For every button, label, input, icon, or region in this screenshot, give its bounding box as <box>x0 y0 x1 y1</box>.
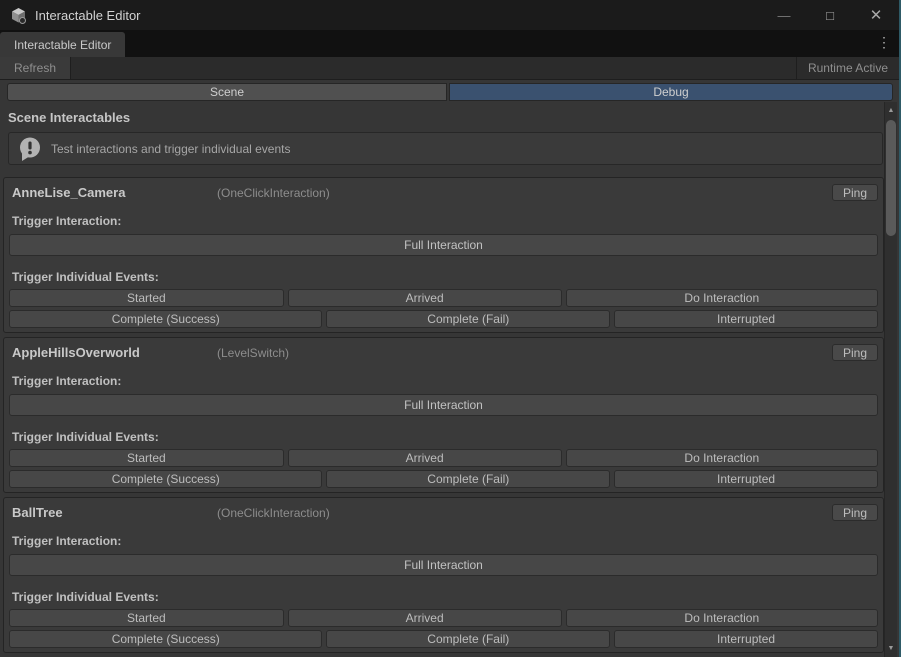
interactable-section-balltree: BallTree (OneClickInteraction) Ping Trig… <box>3 497 884 653</box>
interaction-type-label: (OneClickInteraction) <box>217 186 330 200</box>
complete-fail-button[interactable]: Complete (Fail) <box>326 470 610 488</box>
title-bar: Interactable Editor — □ ✕ <box>0 0 899 30</box>
trigger-events-label: Trigger Individual Events: <box>12 590 878 604</box>
interaction-type-label: (LevelSwitch) <box>217 346 289 360</box>
event-buttons-row-1: Started Arrived Do Interaction <box>9 289 878 307</box>
minimize-icon[interactable]: — <box>761 0 807 30</box>
vertical-scrollbar[interactable]: ▲ ▼ <box>884 102 897 657</box>
tab-interactable-editor[interactable]: Interactable Editor <box>0 32 125 57</box>
scene-interactables-panel: Scene Interactables Test interactions an… <box>0 100 886 657</box>
help-text: Test interactions and trigger individual… <box>51 142 290 156</box>
do-interaction-button[interactable]: Do Interaction <box>566 449 878 467</box>
scrollbar-thumb[interactable] <box>886 120 896 236</box>
event-buttons-row-1: Started Arrived Do Interaction <box>9 609 878 627</box>
trigger-interaction-label: Trigger Interaction: <box>12 214 878 228</box>
complete-success-button[interactable]: Complete (Success) <box>9 310 322 328</box>
event-buttons-row-2: Complete (Success) Complete (Fail) Inter… <box>9 470 878 488</box>
scene-tab-button[interactable]: Scene <box>7 83 447 101</box>
complete-fail-button[interactable]: Complete (Fail) <box>326 630 610 648</box>
scroll-down-icon[interactable]: ▼ <box>885 642 897 655</box>
close-icon[interactable]: ✕ <box>853 0 899 30</box>
started-button[interactable]: Started <box>9 609 284 627</box>
event-buttons-row-2: Complete (Success) Complete (Fail) Inter… <box>9 310 878 328</box>
interrupted-button[interactable]: Interrupted <box>614 470 878 488</box>
scroll-up-icon[interactable]: ▲ <box>885 104 897 117</box>
started-button[interactable]: Started <box>9 289 284 307</box>
started-button[interactable]: Started <box>9 449 284 467</box>
event-buttons-row-1: Started Arrived Do Interaction <box>9 449 878 467</box>
ping-button[interactable]: Ping <box>832 504 878 521</box>
interactable-editor-window: Interactable Editor — □ ✕ Interactable E… <box>0 0 901 657</box>
window-controls: — □ ✕ <box>761 0 899 30</box>
complete-fail-button[interactable]: Complete (Fail) <box>326 310 610 328</box>
maximize-icon[interactable]: □ <box>807 0 853 30</box>
full-interaction-button[interactable]: Full Interaction <box>9 234 878 256</box>
interactable-name: BallTree <box>9 505 217 520</box>
arrived-button[interactable]: Arrived <box>288 449 562 467</box>
runtime-active-label: Runtime Active <box>796 57 899 79</box>
trigger-events-label: Trigger Individual Events: <box>12 430 878 444</box>
toolbar-spacer <box>71 57 796 79</box>
interactable-section-applehills-overworld: AppleHillsOverworld (LevelSwitch) Ping T… <box>3 337 884 493</box>
arrived-button[interactable]: Arrived <box>288 609 562 627</box>
interrupted-button[interactable]: Interrupted <box>614 310 878 328</box>
do-interaction-button[interactable]: Do Interaction <box>566 289 878 307</box>
interactable-name: AnneLise_Camera <box>9 185 217 200</box>
toolbar: Refresh Runtime Active <box>0 57 899 80</box>
ping-button[interactable]: Ping <box>832 344 878 361</box>
info-bubble-icon <box>17 136 43 162</box>
interaction-type-label: (OneClickInteraction) <box>217 506 330 520</box>
interrupted-button[interactable]: Interrupted <box>614 630 878 648</box>
do-interaction-button[interactable]: Do Interaction <box>566 609 878 627</box>
arrived-button[interactable]: Arrived <box>288 289 562 307</box>
section-header: AppleHillsOverworld (LevelSwitch) Ping <box>9 344 878 361</box>
ping-button[interactable]: Ping <box>832 184 878 201</box>
event-buttons-row-2: Complete (Success) Complete (Fail) Inter… <box>9 630 878 648</box>
refresh-button[interactable]: Refresh <box>0 57 71 79</box>
full-interaction-button[interactable]: Full Interaction <box>9 554 878 576</box>
panel-heading: Scene Interactables <box>8 110 886 125</box>
trigger-interaction-label: Trigger Interaction: <box>12 374 878 388</box>
full-interaction-button[interactable]: Full Interaction <box>9 394 878 416</box>
view-mode-tabs: Scene Debug <box>7 83 893 101</box>
section-header: BallTree (OneClickInteraction) Ping <box>9 504 878 521</box>
debug-tab-button[interactable]: Debug <box>449 83 893 101</box>
info-help-box: Test interactions and trigger individual… <box>8 132 883 165</box>
complete-success-button[interactable]: Complete (Success) <box>9 470 322 488</box>
interactable-name: AppleHillsOverworld <box>9 345 217 360</box>
editor-tab-bar: Interactable Editor ⋮ <box>0 30 899 57</box>
section-header: AnneLise_Camera (OneClickInteraction) Pi… <box>9 184 878 201</box>
trigger-events-label: Trigger Individual Events: <box>12 270 878 284</box>
window-title: Interactable Editor <box>35 8 141 23</box>
interactable-section-annelise-camera: AnneLise_Camera (OneClickInteraction) Pi… <box>3 177 884 333</box>
trigger-interaction-label: Trigger Interaction: <box>12 534 878 548</box>
kebab-menu-icon[interactable]: ⋮ <box>877 34 891 51</box>
complete-success-button[interactable]: Complete (Success) <box>9 630 322 648</box>
unity-cube-icon <box>10 7 27 24</box>
